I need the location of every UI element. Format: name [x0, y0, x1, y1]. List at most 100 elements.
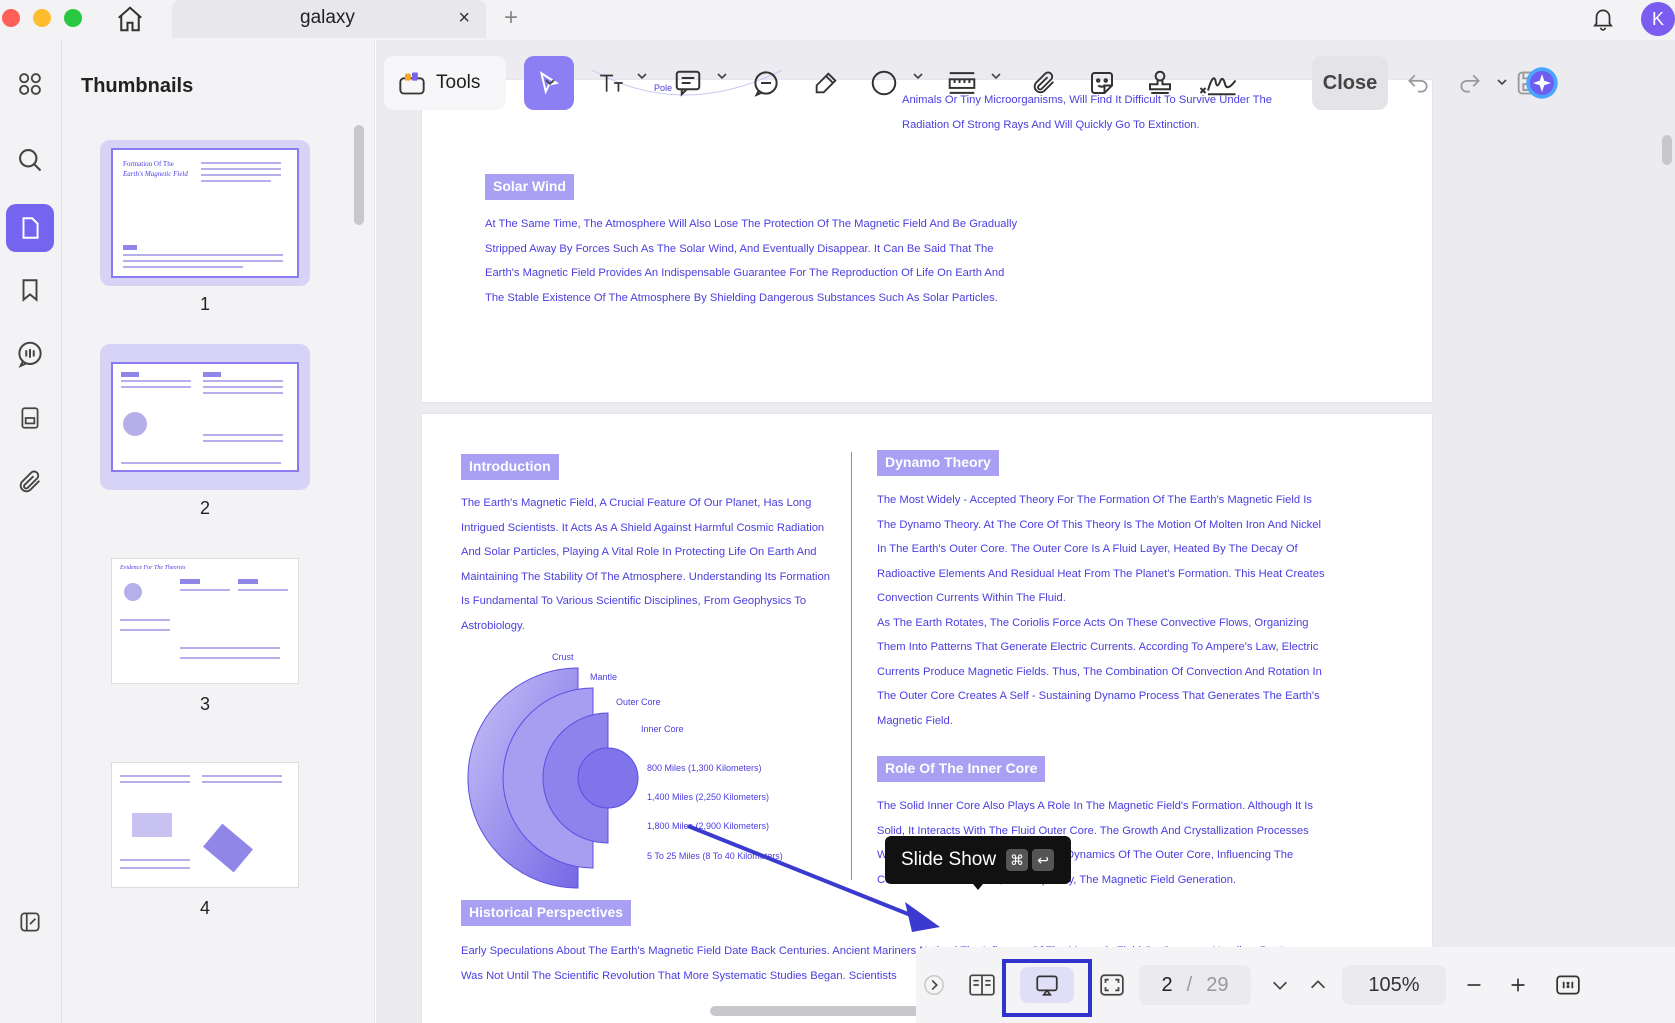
close-window-button[interactable]: [2, 9, 20, 27]
document-page-1: Pole Animals Or Tiny Microorganisms, Wil…: [422, 70, 1432, 402]
tooltip-label: Slide Show: [901, 849, 997, 870]
chevron-down-icon[interactable]: [544, 76, 556, 88]
home-button[interactable]: [112, 2, 148, 36]
sticker-tool-button[interactable]: [1082, 56, 1122, 110]
maximize-window-button[interactable]: [64, 9, 82, 27]
next-page-button[interactable]: [1262, 965, 1298, 1005]
title-bar: galaxy × + K: [0, 0, 1675, 40]
thumbnail-3-heading: Evidence For The Theories: [120, 565, 186, 571]
circle-icon: [871, 70, 897, 96]
bell-icon: [1593, 9, 1613, 31]
tab-title: galaxy: [300, 7, 355, 28]
shape-tool-button[interactable]: [864, 56, 904, 110]
two-page-icon: [969, 974, 995, 996]
rail-organize-button[interactable]: [6, 60, 54, 108]
outer-core-label: Outer Core: [616, 697, 661, 707]
slide-show-tooltip: Slide Show ⌘ ↩: [885, 836, 1071, 890]
home-icon: [118, 6, 142, 32]
collapse-bar-button[interactable]: [920, 965, 948, 1005]
zoom-out-button[interactable]: [1456, 965, 1492, 1005]
paperclip-icon: [1033, 71, 1054, 94]
thumbnail-page-4[interactable]: 4: [100, 760, 310, 919]
minimize-window-button[interactable]: [33, 9, 51, 27]
chevron-down-icon[interactable]: [716, 70, 728, 82]
close-toolbar-button[interactable]: Close: [1312, 56, 1388, 110]
command-key-icon: ⌘: [1006, 849, 1029, 871]
bookmark-icon: [22, 279, 38, 302]
comment-tool-button[interactable]: [746, 56, 786, 110]
actual-size-icon: [1556, 975, 1580, 995]
attachment-icon: [19, 470, 40, 493]
main-toolbar: Tools Close: [376, 50, 1675, 118]
distance-label-1: 800 Miles (1,300 Kilometers): [647, 763, 762, 773]
current-page-input[interactable]: 2: [1162, 974, 1173, 997]
document-vertical-scrollbar[interactable]: [1662, 135, 1672, 165]
rail-search-button[interactable]: [6, 136, 54, 184]
rail-thumbnails-button[interactable]: [6, 204, 54, 252]
stamp-tool-button[interactable]: [1140, 56, 1180, 110]
left-rail: [0, 40, 62, 1023]
thumbnails-scrollbar[interactable]: [354, 125, 364, 225]
thumbnail-1-number: 1: [199, 294, 210, 314]
tools-button[interactable]: Tools: [384, 56, 506, 110]
new-tab-icon[interactable]: +: [504, 4, 518, 32]
rail-forms-button[interactable]: [6, 394, 54, 442]
thumbnail-page-3[interactable]: Evidence For The Theories 3: [100, 556, 310, 715]
undo-button[interactable]: [1398, 56, 1438, 110]
chevron-down-icon[interactable]: [990, 70, 1002, 82]
plus-icon: [1511, 978, 1525, 992]
inner-core-label: Inner Core: [641, 724, 684, 734]
undo-icon: [1408, 74, 1428, 93]
dynamo-theory-heading: Dynamo Theory: [877, 450, 999, 476]
tab-close-icon[interactable]: ×: [458, 7, 470, 30]
chevron-down-icon[interactable]: [912, 70, 924, 82]
chevron-down-icon[interactable]: [1496, 76, 1508, 88]
page-layout-button[interactable]: [962, 965, 1002, 1005]
note-tool-button[interactable]: [668, 56, 708, 110]
ai-assistant-icon: [1526, 67, 1558, 99]
chevron-up-icon: [1310, 980, 1326, 989]
document-horizontal-scrollbar[interactable]: [710, 1006, 930, 1016]
rail-comments-button[interactable]: [6, 330, 54, 378]
chevron-right-icon: [924, 975, 944, 995]
document-icon: [21, 407, 39, 429]
notifications-button[interactable]: [1588, 2, 1618, 34]
earth-layers-diagram: [467, 667, 639, 889]
zoom-level[interactable]: 105%: [1342, 965, 1446, 1005]
text-icon: [600, 74, 623, 92]
page-separator: /: [1186, 973, 1193, 996]
fullscreen-icon: [1100, 974, 1124, 996]
measure-tool-button[interactable]: [942, 56, 982, 110]
return-key-icon: ↩: [1032, 849, 1055, 871]
redo-icon: [1460, 74, 1480, 93]
highlighter-tool-button[interactable]: [806, 56, 846, 110]
text-tool-button[interactable]: [592, 56, 632, 110]
rail-sidebar-toggle-button[interactable]: [6, 898, 54, 946]
introduction-heading: Introduction: [461, 454, 559, 480]
signature-tool-button[interactable]: [1196, 56, 1240, 110]
rail-attachments-button[interactable]: [6, 458, 54, 506]
attach-tool-button[interactable]: [1024, 56, 1064, 110]
previous-page-button[interactable]: [1300, 965, 1336, 1005]
avatar[interactable]: K: [1641, 2, 1675, 36]
thumbnail-page-1[interactable]: Formation Of The Earth's Magnetic Field …: [100, 140, 310, 315]
document-page-2: Introduction The Earth's Magnetic Field,…: [422, 414, 1432, 1023]
redo-button[interactable]: [1450, 56, 1490, 110]
column-divider: [851, 452, 852, 880]
pen-icon: [815, 72, 837, 94]
actual-size-button[interactable]: [1548, 965, 1588, 1005]
toolbox-icon: [399, 72, 425, 95]
solar-wind-paragraph: At The Same Time, The Atmosphere Will Al…: [485, 218, 1018, 304]
chevron-down-icon: [1272, 981, 1288, 990]
ai-assistant-button[interactable]: [1522, 56, 1562, 110]
slide-show-button[interactable]: [1020, 967, 1074, 1003]
zoom-in-button[interactable]: [1500, 965, 1536, 1005]
fullscreen-button[interactable]: [1092, 965, 1132, 1005]
thumbnail-page-2[interactable]: 2: [100, 344, 310, 519]
chevron-down-icon[interactable]: [636, 70, 648, 82]
dynamo-theory-paragraph: The Most Widely - Accepted Theory For Th…: [877, 494, 1325, 727]
page-indicator[interactable]: 2 / 29: [1139, 965, 1251, 1005]
document-tab[interactable]: galaxy ×: [172, 0, 486, 38]
thumbnails-panel: Thumbnails Formation Of The Earth's Magn…: [62, 40, 375, 1023]
rail-bookmarks-button[interactable]: [6, 266, 54, 314]
